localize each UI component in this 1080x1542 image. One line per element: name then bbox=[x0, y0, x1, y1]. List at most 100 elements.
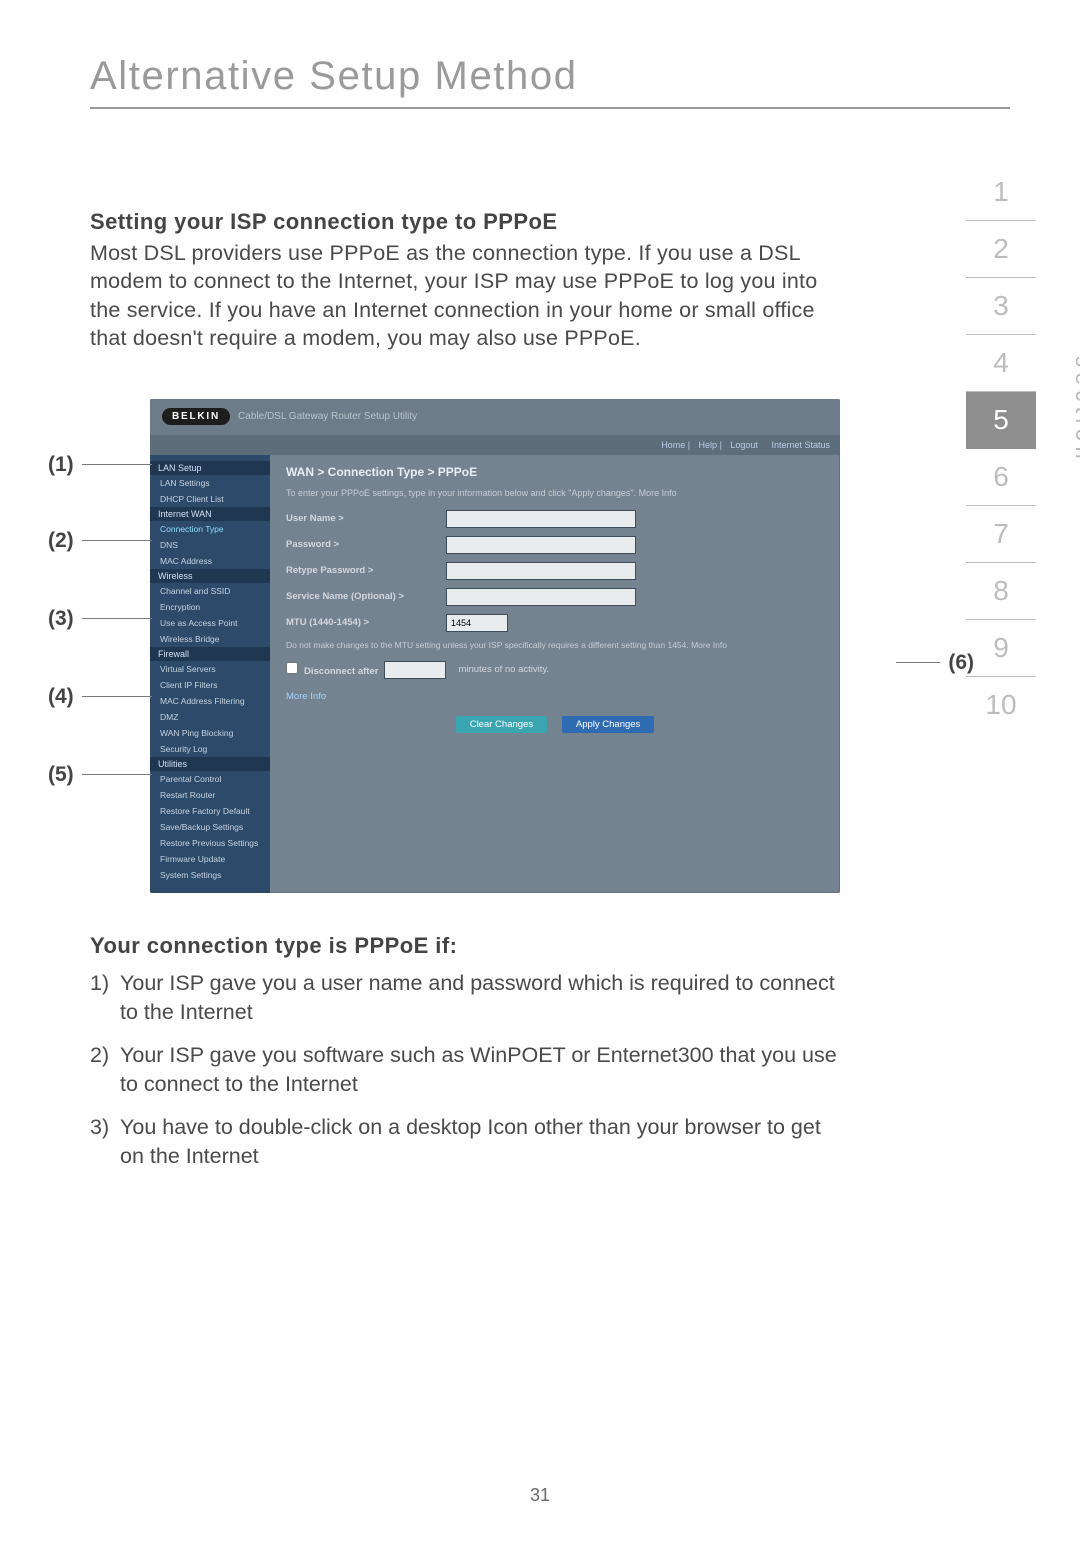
list-text: You have to double-click on a desktop Ic… bbox=[120, 1113, 850, 1171]
label-username: User Name > bbox=[286, 513, 446, 524]
side-item[interactable]: Connection Type bbox=[150, 521, 270, 537]
router-topbar: BELKIN Cable/DSL Gateway Router Setup Ut… bbox=[150, 399, 840, 435]
field-username: User Name > bbox=[286, 510, 824, 528]
label-mtu: MTU (1440-1454) > bbox=[286, 617, 446, 628]
callout-3-label: (3) bbox=[48, 607, 74, 631]
side-item[interactable]: Firmware Update bbox=[150, 851, 270, 867]
side-item[interactable]: Restart Router bbox=[150, 787, 270, 803]
side-grp-wan: Internet WAN bbox=[150, 507, 270, 521]
section-label: section bbox=[1070, 356, 1080, 464]
router-sidebar: LAN Setup LAN Settings DHCP Client List … bbox=[150, 455, 270, 893]
brand-logo: BELKIN bbox=[162, 408, 230, 425]
list-item: 3) You have to double-click on a desktop… bbox=[90, 1113, 850, 1171]
section-nav: 1 2 3 4 5 6 7 8 9 10 bbox=[966, 164, 1036, 733]
side-item[interactable]: Use as Access Point bbox=[150, 615, 270, 631]
input-password[interactable] bbox=[446, 536, 636, 554]
side-item[interactable]: LAN Settings bbox=[150, 475, 270, 491]
input-disconnect-minutes[interactable] bbox=[384, 661, 446, 679]
apply-button[interactable]: Apply Changes bbox=[562, 716, 654, 733]
checkbox-disconnect[interactable] bbox=[286, 662, 298, 674]
field-password: Password > bbox=[286, 536, 824, 554]
breadcrumb: WAN > Connection Type > PPPoE bbox=[286, 465, 824, 479]
sublink-logout[interactable]: Logout bbox=[730, 440, 758, 450]
page-number: 31 bbox=[0, 1485, 1080, 1506]
more-info-link[interactable]: More Info bbox=[286, 691, 326, 702]
callout-5-label: (5) bbox=[48, 763, 74, 787]
side-item[interactable]: Security Log bbox=[150, 741, 270, 757]
section-9[interactable]: 9 bbox=[966, 620, 1036, 677]
section-10[interactable]: 10 bbox=[966, 677, 1036, 733]
side-item[interactable]: DNS bbox=[150, 537, 270, 553]
field-service: Service Name (Optional) > bbox=[286, 588, 824, 606]
callout-4: (4) bbox=[48, 685, 152, 709]
side-item[interactable]: Restore Previous Settings bbox=[150, 835, 270, 851]
callout-6: (6) bbox=[896, 651, 974, 675]
callout-2-label: (2) bbox=[48, 529, 74, 553]
field-mtu: MTU (1440-1454) > bbox=[286, 614, 824, 632]
side-item[interactable]: Encryption bbox=[150, 599, 270, 615]
field-retype: Retype Password > bbox=[286, 562, 824, 580]
router-title: Cable/DSL Gateway Router Setup Utility bbox=[238, 411, 417, 422]
side-item[interactable]: WAN Ping Blocking bbox=[150, 725, 270, 741]
mtu-note: Do not make changes to the MTU setting u… bbox=[286, 640, 824, 651]
input-service[interactable] bbox=[446, 588, 636, 606]
label-service: Service Name (Optional) > bbox=[286, 591, 446, 602]
sublink-home[interactable]: Home bbox=[661, 440, 685, 450]
callout-1-label: (1) bbox=[48, 453, 74, 477]
list-num: 3) bbox=[90, 1113, 120, 1171]
side-grp-utilities: Utilities bbox=[150, 757, 270, 771]
section-heading: Setting your ISP connection type to PPPo… bbox=[90, 209, 850, 235]
side-item[interactable]: Client IP Filters bbox=[150, 677, 270, 693]
sublink-status[interactable]: Internet Status bbox=[771, 440, 830, 450]
list-num: 2) bbox=[90, 1041, 120, 1099]
side-grp-lan: LAN Setup bbox=[150, 461, 270, 475]
list-num: 1) bbox=[90, 969, 120, 1027]
label-retype: Retype Password > bbox=[286, 565, 446, 576]
section-1[interactable]: 1 bbox=[966, 164, 1036, 221]
list-item: 2) Your ISP gave you software such as Wi… bbox=[90, 1041, 850, 1099]
input-username[interactable] bbox=[446, 510, 636, 528]
field-disconnect: Disconnect after minutes of no activity. bbox=[286, 661, 824, 679]
callout-1: (1) bbox=[48, 453, 152, 477]
list-item: 1) Your ISP gave you a user name and pas… bbox=[90, 969, 850, 1027]
router-ui: BELKIN Cable/DSL Gateway Router Setup Ut… bbox=[150, 399, 840, 893]
clear-button[interactable]: Clear Changes bbox=[456, 716, 547, 733]
side-item[interactable]: System Settings bbox=[150, 867, 270, 883]
instructions: To enter your PPPoE settings, type in yo… bbox=[286, 487, 824, 500]
callout-2: (2) bbox=[48, 529, 152, 553]
callout-5: (5) bbox=[48, 763, 152, 787]
side-item[interactable]: DMZ bbox=[150, 709, 270, 725]
input-retype[interactable] bbox=[446, 562, 636, 580]
section-8[interactable]: 8 bbox=[966, 563, 1036, 620]
side-item[interactable]: DHCP Client List bbox=[150, 491, 270, 507]
list-text: Your ISP gave you software such as WinPO… bbox=[120, 1041, 850, 1099]
label-disconnect-after: minutes of no activity. bbox=[458, 664, 549, 675]
section-3[interactable]: 3 bbox=[966, 278, 1036, 335]
section-7[interactable]: 7 bbox=[966, 506, 1036, 563]
side-grp-wireless: Wireless bbox=[150, 569, 270, 583]
router-sublinks: Home | Help | Logout Internet Status bbox=[150, 435, 840, 455]
side-item[interactable]: MAC Address Filtering bbox=[150, 693, 270, 709]
label-password: Password > bbox=[286, 539, 446, 550]
label-disconnect-text: Disconnect after bbox=[304, 666, 378, 677]
section-4[interactable]: 4 bbox=[966, 335, 1036, 392]
side-grp-firewall: Firewall bbox=[150, 647, 270, 661]
sub-heading: Your connection type is PPPoE if: bbox=[90, 933, 850, 959]
side-item[interactable]: Virtual Servers bbox=[150, 661, 270, 677]
side-item[interactable]: Wireless Bridge bbox=[150, 631, 270, 647]
input-mtu[interactable] bbox=[446, 614, 508, 632]
button-row: Clear Changes Apply Changes bbox=[286, 716, 824, 733]
side-item[interactable]: Save/Backup Settings bbox=[150, 819, 270, 835]
section-5[interactable]: 5 bbox=[966, 392, 1036, 449]
section-6[interactable]: 6 bbox=[966, 449, 1036, 506]
intro-paragraph: Most DSL providers use PPPoE as the conn… bbox=[90, 239, 850, 353]
label-disconnect: Disconnect after bbox=[286, 662, 378, 677]
side-item[interactable]: MAC Address bbox=[150, 553, 270, 569]
section-2[interactable]: 2 bbox=[966, 221, 1036, 278]
side-item[interactable]: Channel and SSID bbox=[150, 583, 270, 599]
side-item[interactable]: Parental Control bbox=[150, 771, 270, 787]
sublink-help[interactable]: Help bbox=[699, 440, 718, 450]
router-main-panel: WAN > Connection Type > PPPoE To enter y… bbox=[270, 455, 840, 893]
side-item[interactable]: Restore Factory Default bbox=[150, 803, 270, 819]
page-title: Alternative Setup Method bbox=[90, 54, 1010, 109]
